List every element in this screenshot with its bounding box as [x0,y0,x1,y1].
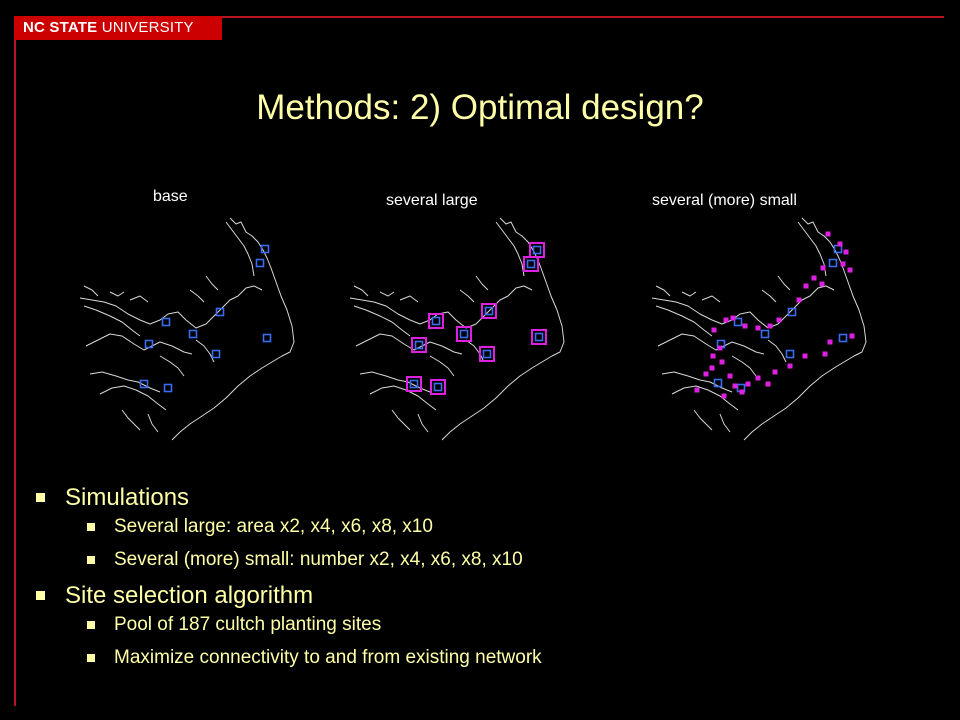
bullet-square-icon [36,493,45,502]
bullet-square-icon [87,654,95,662]
bullet-square-icon [87,523,95,531]
bullet-level2: Several (more) small: number x2, x4, x6,… [30,549,542,582]
bullet-level2: Maximize connectivity to and from existi… [30,647,542,680]
bullet-level1: Site selection algorithm [30,582,542,614]
bullet-level1: Simulations [30,484,542,516]
bullet-square-icon [87,556,95,564]
bullet-square-icon [87,621,95,629]
bullet-square-icon [36,591,45,600]
map-base [79,217,295,441]
map-several-small [651,217,867,441]
bullet-level2: Several large: area x2, x4, x6, x8, x10 [30,516,542,549]
bullet-list: Simulations Several large: area x2, x4, … [30,484,542,680]
bullet-level2: Pool of 187 cultch planting sites [30,614,542,647]
map-several-large [349,217,565,441]
